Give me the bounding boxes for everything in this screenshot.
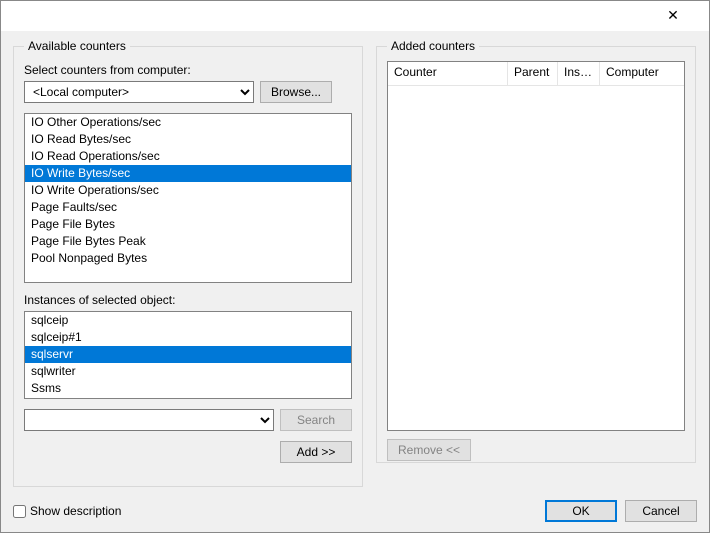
available-counters-group: Available counters Select counters from … [13,39,363,487]
list-item[interactable]: IO Other Operations/sec [25,114,351,131]
list-item[interactable]: StandardCollector.Service [25,397,351,399]
list-item[interactable]: IO Read Bytes/sec [25,131,351,148]
list-item[interactable]: IO Read Operations/sec [25,148,351,165]
remove-button[interactable]: Remove << [387,439,471,461]
list-item[interactable]: sqlwriter [25,363,351,380]
added-legend: Added counters [387,39,479,53]
select-computer-label: Select counters from computer: [24,63,352,77]
available-legend: Available counters [24,39,130,53]
list-item[interactable]: IO Write Bytes/sec [25,165,351,182]
add-button[interactable]: Add >> [280,441,352,463]
added-counters-group: Added counters Counter Parent Inst... Co… [376,39,696,463]
list-item[interactable]: sqlceip [25,312,351,329]
col-inst[interactable]: Inst... [558,62,600,85]
list-item[interactable]: sqlceip#1 [25,329,351,346]
show-description-input[interactable] [13,505,26,518]
list-item[interactable]: IO Write Operations/sec [25,182,351,199]
added-table[interactable]: Counter Parent Inst... Computer [387,61,685,431]
instances-label: Instances of selected object: [24,293,352,307]
search-button[interactable]: Search [280,409,352,431]
show-description-checkbox[interactable]: Show description [13,504,121,518]
col-parent[interactable]: Parent [508,62,558,85]
browse-button[interactable]: Browse... [260,81,332,103]
col-computer[interactable]: Computer [600,62,684,85]
close-icon[interactable]: ✕ [637,1,709,29]
list-item[interactable]: sqlservr [25,346,351,363]
list-item[interactable]: Page File Bytes [25,216,351,233]
search-input[interactable] [24,409,274,431]
list-item[interactable]: Pool Nonpaged Bytes [25,250,351,267]
cancel-button[interactable]: Cancel [625,500,697,522]
instances-listbox[interactable]: sqlceipsqlceip#1sqlservrsqlwriterSsmsSta… [24,311,352,399]
counters-listbox[interactable]: IO Other Operations/secIO Read Bytes/sec… [24,113,352,283]
list-item[interactable]: Ssms [25,380,351,397]
list-item[interactable]: Page File Bytes Peak [25,233,351,250]
ok-button[interactable]: OK [545,500,617,522]
show-description-label: Show description [30,504,121,518]
list-item[interactable]: Page Faults/sec [25,199,351,216]
col-counter[interactable]: Counter [388,62,508,85]
computer-select[interactable]: <Local computer> [24,81,254,103]
